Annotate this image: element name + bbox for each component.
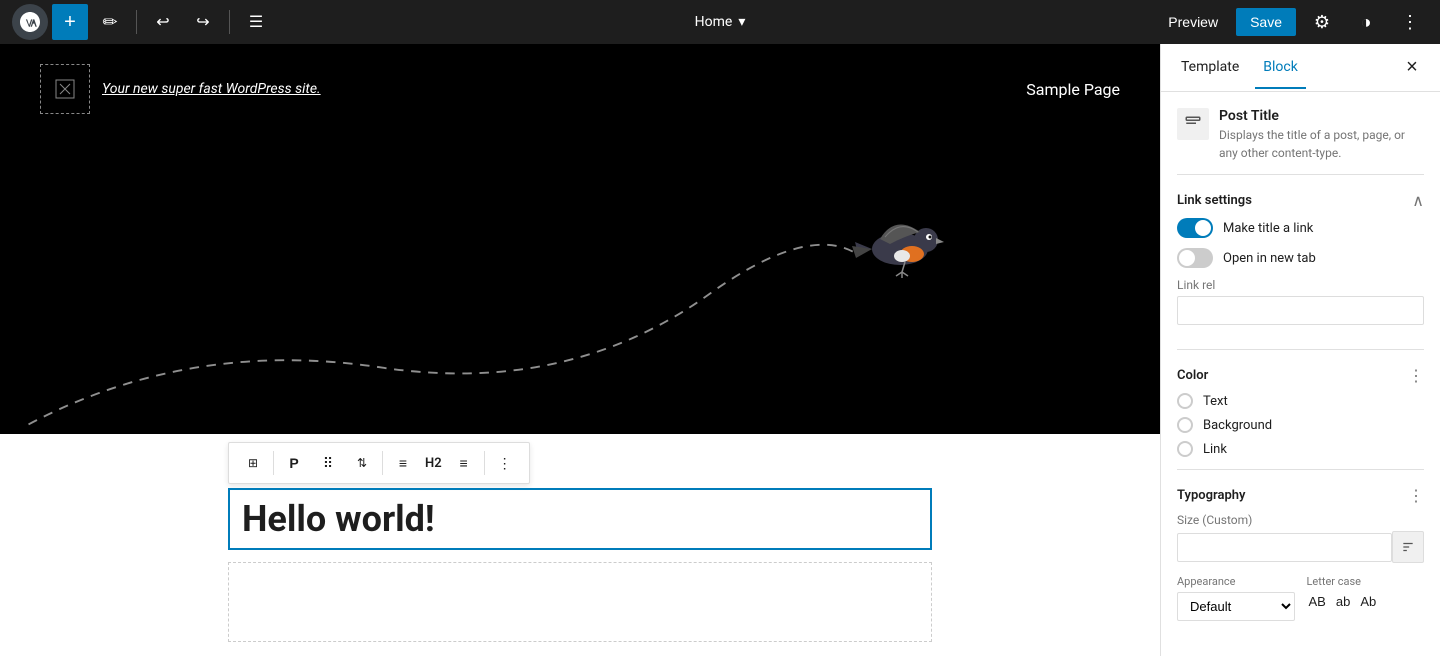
- appearance-select[interactable]: Default: [1177, 592, 1295, 621]
- block-title: Post Title: [1219, 108, 1424, 124]
- make-title-link-toggle[interactable]: [1177, 218, 1213, 238]
- appearance-label: Appearance: [1177, 575, 1295, 588]
- block-description: Displays the title of a post, page, or a…: [1219, 126, 1424, 162]
- list-view-button[interactable]: ☰: [238, 4, 274, 40]
- block-toolbar: ⊞ P ⠿ ⇅ ≡ H2 ≡ ⋮: [228, 442, 530, 484]
- make-title-link-label: Make title a link: [1223, 221, 1313, 236]
- color-section-header[interactable]: Color ⋮: [1177, 366, 1424, 385]
- color-option-background: Background: [1177, 417, 1424, 433]
- block-toolbar-align-button[interactable]: ≡: [387, 447, 419, 479]
- color-radio-text[interactable]: [1177, 393, 1193, 409]
- toggle-knob-2: [1179, 250, 1195, 266]
- letter-case-uppercase-button[interactable]: AB: [1307, 592, 1328, 611]
- block-info-row: Post Title Displays the title of a post,…: [1177, 108, 1424, 162]
- divider-2: [1177, 349, 1424, 350]
- wp-logo[interactable]: [12, 4, 48, 40]
- tab-block[interactable]: Block: [1255, 47, 1306, 89]
- block-toolbar-move-button[interactable]: ⇅: [346, 447, 378, 479]
- hero-section: Your new super fast WordPress site. Samp…: [0, 44, 1160, 434]
- main-layout: Your new super fast WordPress site. Samp…: [0, 44, 1440, 656]
- preview-button[interactable]: Preview: [1158, 8, 1228, 36]
- link-rel-input[interactable]: [1177, 296, 1424, 325]
- link-settings-header[interactable]: Link settings ∧: [1177, 191, 1424, 210]
- open-new-tab-label: Open in new tab: [1223, 251, 1316, 266]
- letter-case-label: Letter case: [1307, 575, 1425, 588]
- letter-cases: AB ab Ab: [1307, 592, 1425, 611]
- toolbar-right: Preview Save ⚙ ◑ ⋮: [1158, 4, 1428, 40]
- divider-3: [1177, 469, 1424, 470]
- divider-1: [1177, 174, 1424, 175]
- size-label: Size (Custom): [1177, 513, 1424, 527]
- letter-case-capitalize-button[interactable]: Ab: [1358, 592, 1378, 611]
- bt-separator-1: [273, 451, 274, 475]
- right-sidebar: Template Block × Post Title Displays the…: [1160, 44, 1440, 656]
- color-option-text: Text: [1177, 393, 1424, 409]
- link-settings-title: Link settings: [1177, 193, 1252, 208]
- placeholder-block: [228, 562, 932, 642]
- dashed-path-svg: [0, 44, 1160, 434]
- block-toolbar-drag-button[interactable]: ⠿: [312, 447, 344, 479]
- tab-template[interactable]: Template: [1173, 47, 1247, 89]
- color-option-link: Link: [1177, 441, 1424, 457]
- link-rel-label: Link rel: [1177, 278, 1424, 292]
- undo-button[interactable]: ↩: [145, 4, 181, 40]
- toggle-knob: [1195, 220, 1211, 236]
- bird-illustration: [840, 204, 960, 284]
- typography-title: Typography: [1177, 488, 1246, 503]
- block-toolbar-justify-button[interactable]: ≡: [448, 447, 480, 479]
- block-toolbar-paragraph-button[interactable]: P: [278, 447, 310, 479]
- chevron-down-icon[interactable]: ▾: [738, 14, 745, 30]
- color-title: Color: [1177, 368, 1208, 383]
- hero-content: [0, 44, 1160, 434]
- contrast-icon-button[interactable]: ◑: [1348, 4, 1384, 40]
- open-new-tab-toggle[interactable]: [1177, 248, 1213, 268]
- typography-more-icon[interactable]: ⋮: [1408, 486, 1424, 505]
- edit-tool-button[interactable]: ✏: [92, 4, 128, 40]
- color-label-background: Background: [1203, 418, 1272, 433]
- save-button[interactable]: Save: [1236, 8, 1296, 36]
- block-toolbar-more-button[interactable]: ⋮: [489, 447, 521, 479]
- letter-col: Letter case AB ab Ab: [1307, 575, 1425, 611]
- color-radio-link[interactable]: [1177, 441, 1193, 457]
- sidebar-close-button[interactable]: ×: [1396, 52, 1428, 84]
- bt-separator-2: [382, 451, 383, 475]
- typography-section-header[interactable]: Typography ⋮: [1177, 486, 1424, 505]
- open-new-tab-row: Open in new tab: [1177, 248, 1424, 268]
- settings-icon-button[interactable]: ⚙: [1304, 4, 1340, 40]
- more-menu-button[interactable]: ⋮: [1392, 4, 1428, 40]
- heading-level-label: H2: [421, 456, 446, 471]
- top-toolbar: + ✏ ↩ ↪ ☰ Home ▾ Preview Save ⚙ ◑ ⋮: [0, 0, 1440, 44]
- add-block-button[interactable]: +: [52, 4, 88, 40]
- make-title-link-row: Make title a link: [1177, 218, 1424, 238]
- block-info-text: Post Title Displays the title of a post,…: [1219, 108, 1424, 162]
- appearance-col: Appearance Default: [1177, 575, 1295, 621]
- color-radio-background[interactable]: [1177, 417, 1193, 433]
- color-more-icon[interactable]: ⋮: [1408, 366, 1424, 385]
- sidebar-content: Post Title Displays the title of a post,…: [1161, 92, 1440, 656]
- color-label-link: Link: [1203, 442, 1227, 457]
- link-rel-field: Link rel: [1177, 278, 1424, 337]
- link-settings-chevron: ∧: [1412, 191, 1424, 210]
- appearance-letter-row: Appearance Default Letter case AB ab Ab: [1177, 575, 1424, 621]
- sidebar-tabs: Template Block ×: [1161, 44, 1440, 92]
- toolbar-divider-2: [229, 10, 230, 34]
- size-input-row: [1177, 531, 1424, 563]
- toolbar-divider: [136, 10, 137, 34]
- letter-case-lowercase-button[interactable]: ab: [1334, 592, 1352, 611]
- toolbar-center: Home ▾: [695, 14, 746, 30]
- size-input[interactable]: [1177, 533, 1392, 562]
- canvas-inner: Your new super fast WordPress site. Samp…: [0, 44, 1160, 656]
- hello-world-heading[interactable]: Hello world!: [228, 488, 932, 550]
- page-title: Home: [695, 14, 733, 30]
- redo-button[interactable]: ↪: [185, 4, 221, 40]
- block-toolbar-transform-button[interactable]: ⊞: [237, 447, 269, 479]
- color-options: Text Background Link: [1177, 393, 1424, 457]
- block-icon: [1177, 108, 1209, 140]
- canvas-area: Your new super fast WordPress site. Samp…: [0, 44, 1160, 656]
- bt-separator-3: [484, 451, 485, 475]
- color-label-text: Text: [1203, 394, 1228, 409]
- size-icon-button[interactable]: [1392, 531, 1424, 563]
